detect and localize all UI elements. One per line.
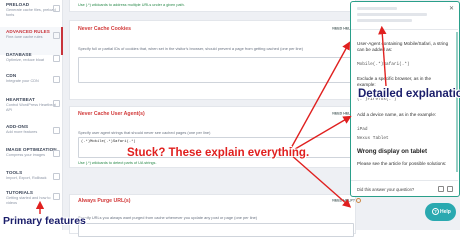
feedback-bar[interactable]: Did this answer your question? <box>351 180 458 196</box>
card-description: Specify user agent strings that should n… <box>78 130 211 135</box>
user-agents-hint: Use (.*) wildcards to detect parts of UA… <box>78 161 157 165</box>
help-dot-icon <box>356 198 361 203</box>
annotation-bottom: Primary features <box>3 215 86 227</box>
help-code: Nexus Tablet <box>357 136 389 141</box>
sidebar-item-title: ADVANCED RULES <box>6 29 50 34</box>
help-text: Please see the article for possible solu… <box>357 161 447 166</box>
image-icon <box>53 150 60 157</box>
sidebar-item-preload[interactable]: PRELOAD Generate cache files, preload fo… <box>0 0 63 28</box>
card-title: Never Cache Cookies <box>78 26 132 32</box>
close-icon[interactable]: ✕ <box>449 5 454 12</box>
sidebar-item-desc: Import, Export, Rollback <box>6 176 47 180</box>
sidebar-item-title: ADD-ONS <box>6 124 29 129</box>
sidebar-item-title: HEARTBEAT <box>6 97 35 102</box>
sidebar-item-desc: Getting started and how to videos <box>6 196 51 205</box>
question-icon: ? <box>432 208 439 215</box>
card-description: Specify full or partial IDs of cookies t… <box>78 46 304 51</box>
header-line <box>357 19 412 22</box>
never-cache-cookies-card: Never Cache Cookies NEED HELP? Specify f… <box>69 20 361 100</box>
wildcard-hint: Use (.*) wildcards to address multiple U… <box>78 3 185 7</box>
help-heading: Wrong display on tablet <box>357 148 428 155</box>
main-content: Use (.*) wildcards to address multiple U… <box>63 0 361 237</box>
help-scrollbar[interactable] <box>456 32 458 172</box>
header-line <box>357 7 397 10</box>
card-title: Always Purge URL(s) <box>78 198 131 204</box>
user-agents-value: (.*)Mobile(.*)Safari(.*) <box>81 140 136 144</box>
sidebar-item-desc: Generate cache files, preload fonts <box>6 8 56 17</box>
settings-sidebar: PRELOAD Generate cache files, preload fo… <box>0 0 63 230</box>
sidebar-item-desc: Compress your images <box>6 153 46 157</box>
screenshot-page: PRELOAD Generate cache files, preload fo… <box>0 0 460 237</box>
add-ons-icon <box>53 127 60 134</box>
sidebar-item-title: CDN <box>6 73 17 78</box>
sidebar-item-desc: Fine-tune cache rules <box>6 35 43 39</box>
sidebar-item-tutorials[interactable]: TUTORIALS Getting started and how to vid… <box>0 188 63 216</box>
heartbeat-icon <box>53 100 60 107</box>
preload-icon <box>53 5 60 12</box>
need-help-link[interactable]: NEED HELP? <box>332 198 361 203</box>
sidebar-item-desc: Add more features <box>6 130 38 134</box>
purge-urls-textarea[interactable] <box>78 223 354 237</box>
tools-icon <box>53 173 60 180</box>
sidebar-item-title: PRELOAD <box>6 2 30 7</box>
annotation-center: Stuck? These explain everything. <box>127 147 310 159</box>
cdn-icon <box>53 76 60 83</box>
tutorials-icon <box>53 193 60 200</box>
card-description: Specify URLs you always want purged from… <box>78 215 258 220</box>
sidebar-item-desc: Control WordPress Heartbeat API <box>6 103 56 112</box>
help-text: Exclude a specific browser, as in the ex… <box>357 76 432 87</box>
need-help-label: NEED HELP? <box>332 198 355 203</box>
help-code: Mobile(.*)Safari(.*) <box>357 62 410 67</box>
thumbs-down-icon[interactable] <box>438 186 444 192</box>
sidebar-item-desc: Optimize, reduce bloat <box>6 58 44 62</box>
sidebar-item-desc: Integrate your CDN <box>6 79 39 83</box>
sidebar-item-title: IMAGE OPTIMIZATION <box>6 147 57 152</box>
help-text: Add a device name, as in the example: <box>357 112 437 117</box>
feedback-prompt: Did this answer your question? <box>357 187 415 192</box>
help-panel-header: ✕ <box>351 2 458 30</box>
help-code: iPad <box>357 127 368 132</box>
sidebar-item-title: TOOLS <box>6 170 23 175</box>
help-button[interactable]: ? Help <box>425 203 456 221</box>
card-title: Never Cache User Agent(s) <box>78 111 145 117</box>
annotation-right: Detailed explanations <box>358 88 460 100</box>
thumbs-up-icon[interactable] <box>447 186 453 192</box>
sidebar-item-title: DATABASE <box>6 52 32 57</box>
cookies-textarea[interactable] <box>78 57 354 83</box>
sidebar-item-title: TUTORIALS <box>6 190 34 195</box>
help-text: User-Agent containing Mobile/Safari, a s… <box>357 41 449 52</box>
always-purge-card: Always Purge URL(s) NEED HELP? Specify U… <box>69 194 361 237</box>
top-section: Use (.*) wildcards to address multiple U… <box>69 0 356 12</box>
rules-icon <box>53 32 60 39</box>
sidebar-item-heartbeat[interactable]: HEARTBEAT Control WordPress Heartbeat AP… <box>0 95 63 123</box>
header-line <box>357 13 427 16</box>
database-icon <box>53 55 60 62</box>
help-button-label: Help <box>440 209 451 215</box>
